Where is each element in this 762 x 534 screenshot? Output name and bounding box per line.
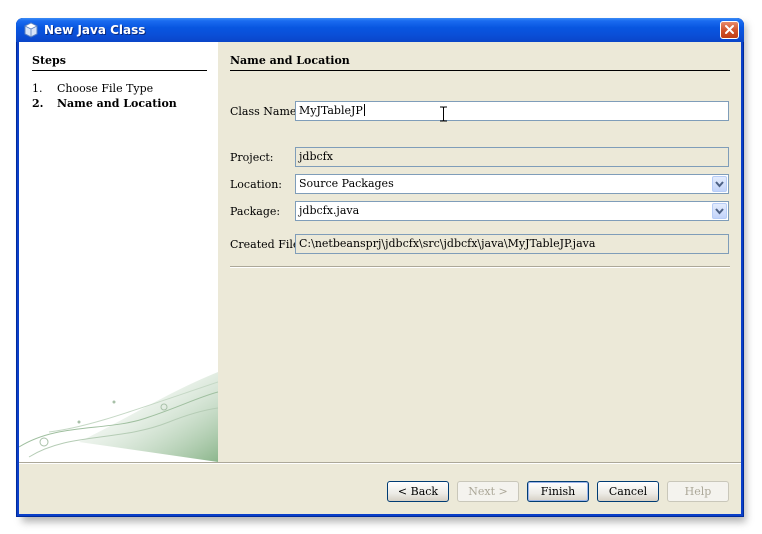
created-file-value: C:\netbeansprj\jdbcfx\src\jdbcfx\java\My…: [299, 237, 596, 250]
class-name-input[interactable]: MyJTableJP: [295, 101, 729, 121]
class-name-label: Class Name:: [230, 105, 301, 118]
step-name-and-location: 2. Name and Location: [32, 97, 177, 110]
close-icon: [725, 25, 734, 34]
step-choose-file-type: 1. Choose File Type: [32, 82, 153, 95]
dialog-client-area: Steps 1. Choose File Type 2. Name and Loca…: [19, 42, 741, 514]
button-bar-separator: [19, 462, 741, 464]
created-file-field: C:\netbeansprj\jdbcfx\src\jdbcfx\java\My…: [295, 234, 729, 254]
step-label: Choose File Type: [57, 82, 154, 95]
decorative-swirl-graphic: [19, 372, 218, 462]
created-file-label: Created File:: [230, 238, 304, 251]
chevron-down-icon: [715, 181, 724, 188]
cancel-button[interactable]: Cancel: [597, 481, 659, 502]
java-cup-icon: [24, 22, 38, 38]
text-caret: [363, 104, 365, 116]
package-dropdown-button[interactable]: [712, 203, 727, 219]
location-dropdown-button[interactable]: [712, 176, 727, 192]
step-number: 2.: [32, 97, 44, 110]
dialog-window: New Java Class Steps 1. Choose File Type …: [16, 18, 744, 517]
steps-panel: Steps 1. Choose File Type 2. Name and Loca…: [19, 42, 218, 462]
project-value: jdbcfx: [299, 150, 333, 163]
next-button[interactable]: Next >: [457, 481, 519, 502]
project-label: Project:: [230, 151, 274, 164]
project-field: jdbcfx: [295, 147, 729, 167]
step-number: 1.: [32, 82, 43, 95]
package-combobox[interactable]: jdbcfx.java: [295, 201, 729, 221]
finish-button[interactable]: Finish: [527, 481, 589, 502]
package-label: Package:: [230, 205, 281, 218]
location-combobox[interactable]: Source Packages: [295, 174, 729, 194]
class-name-value: MyJTableJP: [299, 104, 363, 117]
step-label: Name and Location: [57, 97, 177, 110]
back-button[interactable]: < Back: [387, 481, 449, 502]
steps-heading: Steps: [32, 54, 207, 71]
close-button[interactable]: [720, 21, 739, 39]
help-button[interactable]: Help: [667, 481, 729, 502]
window-title: New Java Class: [44, 23, 146, 37]
location-label: Location:: [230, 178, 282, 191]
ibeam-cursor-icon: [440, 106, 447, 122]
panel-title: Name and Location: [230, 54, 730, 71]
package-value: jdbcfx.java: [299, 204, 360, 217]
chevron-down-icon: [715, 208, 724, 215]
title-bar[interactable]: New Java Class: [16, 18, 744, 42]
form-separator: [230, 266, 730, 268]
location-value: Source Packages: [299, 177, 394, 190]
